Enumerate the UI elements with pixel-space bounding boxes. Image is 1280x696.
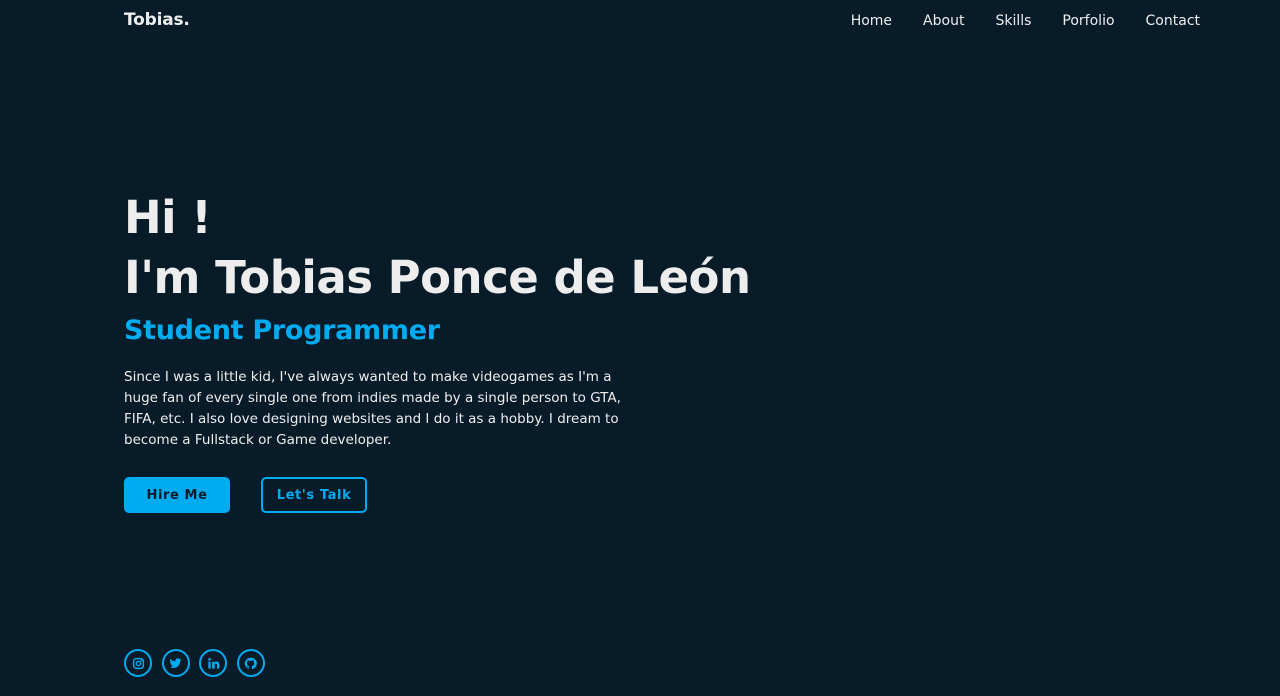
hero-name: I'm Tobias Ponce de León xyxy=(124,251,751,304)
navbar: Home About Skills Porfolio Contact xyxy=(820,12,1200,30)
logo[interactable]: Tobias. xyxy=(124,10,190,30)
social-links xyxy=(124,649,274,677)
hero-heading: Hi ! I'm Tobias Ponce de León xyxy=(124,188,784,308)
hire-me-button[interactable]: Hire Me xyxy=(124,477,230,513)
instagram-icon xyxy=(132,657,144,669)
nav-link-about[interactable]: About xyxy=(923,12,964,30)
linkedin-icon xyxy=(207,657,219,669)
twitter-link[interactable] xyxy=(161,649,190,677)
nav-link-portfolio[interactable]: Porfolio xyxy=(1062,12,1114,30)
instagram-link[interactable] xyxy=(124,649,152,677)
nav-link-home[interactable]: Home xyxy=(851,12,892,30)
lets-talk-button[interactable]: Let's Talk xyxy=(261,477,367,513)
nav-link-contact[interactable]: Contact xyxy=(1146,12,1200,30)
home-hero: Hi ! I'm Tobias Ponce de León Student Pr… xyxy=(124,188,784,451)
linkedin-link[interactable] xyxy=(199,649,227,677)
hero-buttons: Hire Me Let's Talk xyxy=(124,477,368,513)
hero-greeting: Hi ! xyxy=(124,191,212,244)
nav-link-skills[interactable]: Skills xyxy=(995,12,1031,30)
github-icon xyxy=(244,657,257,669)
hero-role: Student Programmer xyxy=(124,315,440,346)
github-link[interactable] xyxy=(236,649,265,677)
site-header: Tobias. Home About Skills Porfolio Conta… xyxy=(0,0,1280,42)
twitter-icon xyxy=(169,657,182,668)
hero-bio: Since I was a little kid, I've always wa… xyxy=(124,369,621,448)
